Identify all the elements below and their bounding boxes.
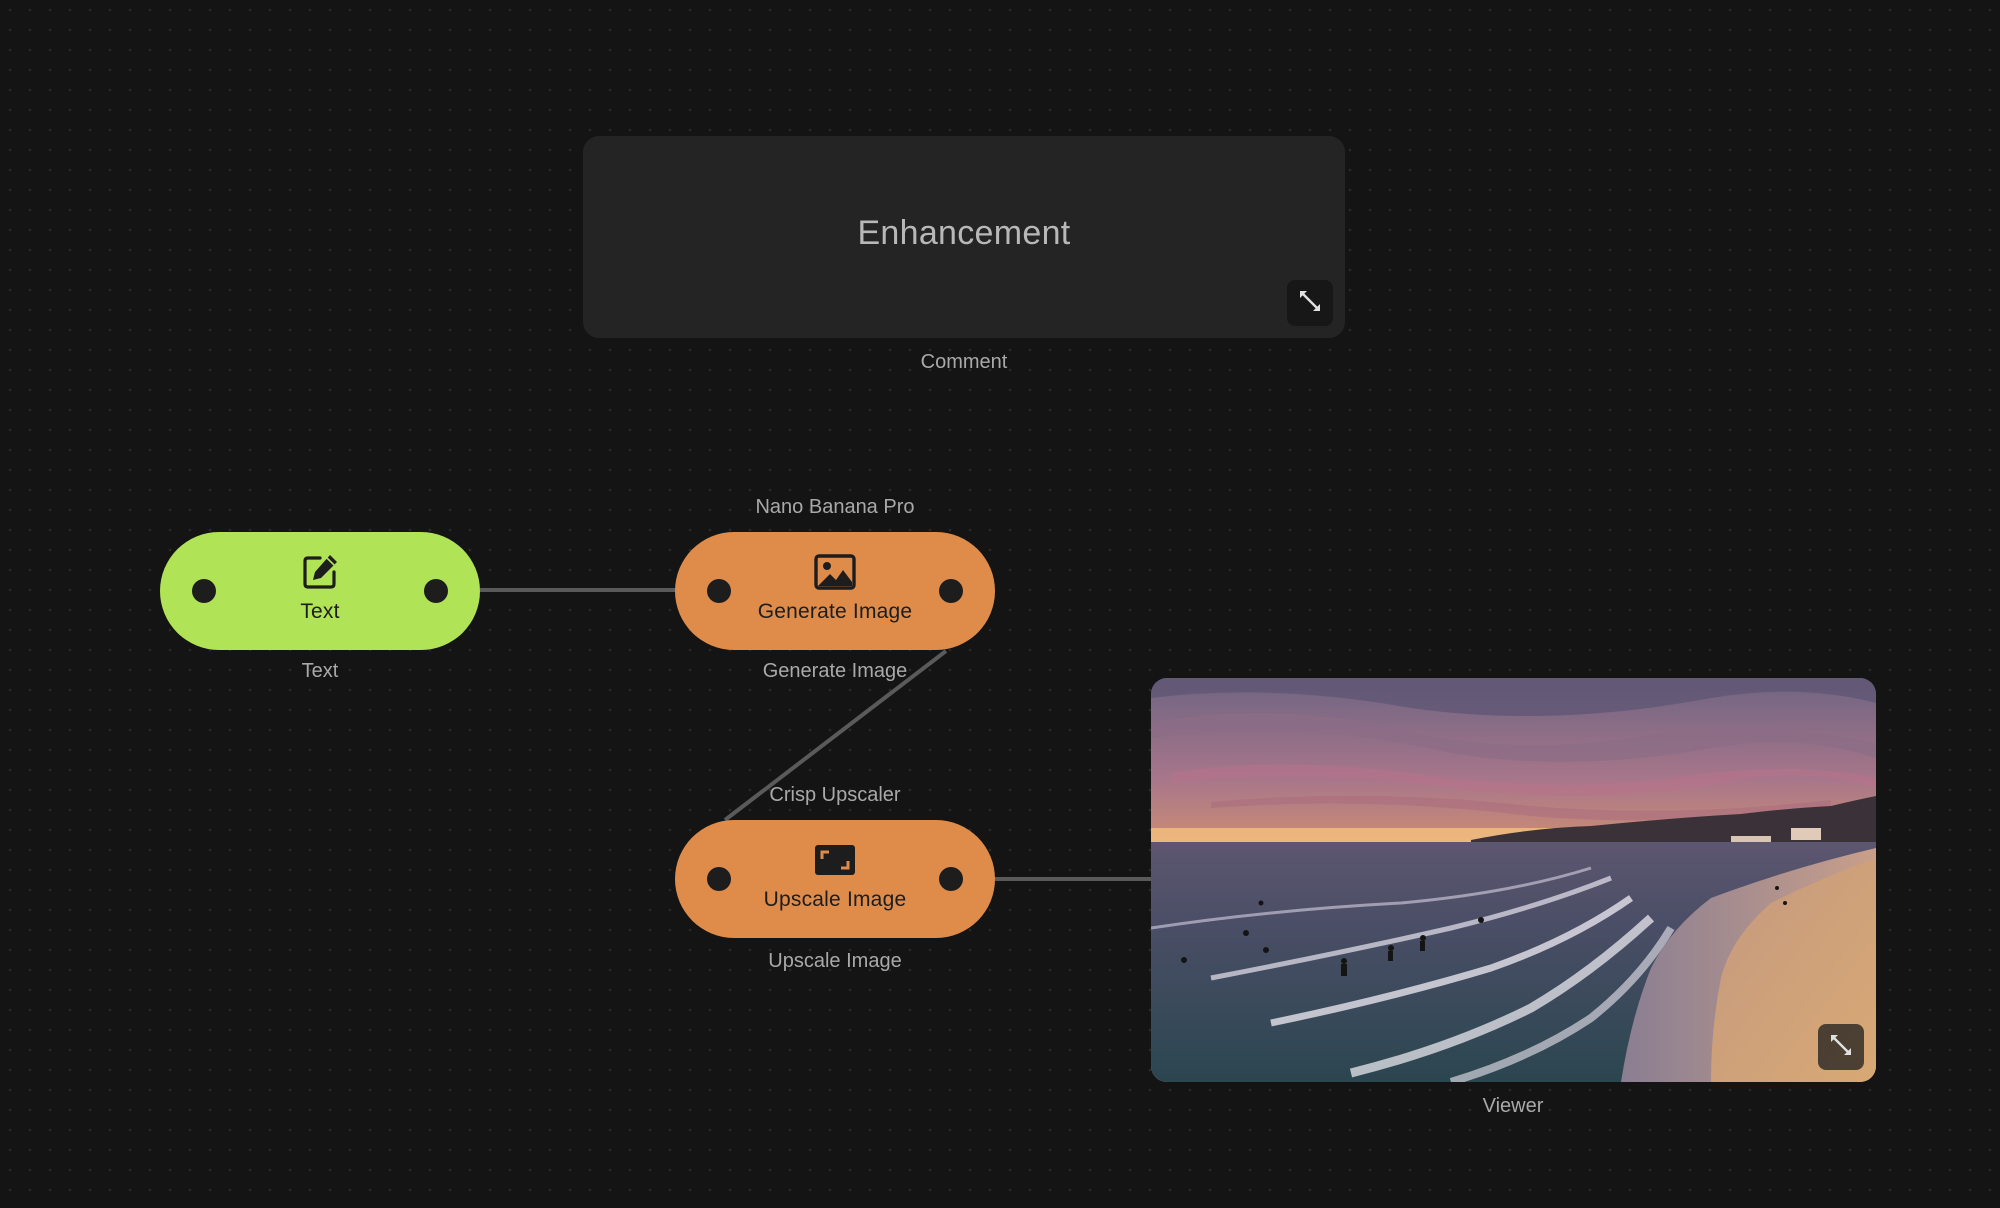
upscale-icon [813, 840, 857, 880]
comment-caption: Comment [920, 351, 1008, 373]
text-node-label: Text [300, 600, 340, 623]
generate-image-node[interactable]: Generate Image [675, 532, 995, 650]
text-node-caption: Text [301, 660, 339, 682]
upscale-node-caption: Upscale Image [768, 950, 902, 972]
text-node-output-port[interactable] [424, 579, 448, 603]
generate-node-caption: Generate Image [762, 660, 908, 682]
comment-expand-button[interactable] [1287, 280, 1333, 326]
upscale-node-model-caption: Crisp Upscaler [769, 784, 901, 806]
expand-icon [1297, 288, 1323, 319]
comment-node[interactable]: Enhancement [583, 136, 1345, 338]
viewer-expand-button[interactable] [1818, 1024, 1864, 1070]
beach-sunset-photo [1151, 678, 1876, 1082]
upscale-node-label: Upscale Image [763, 888, 907, 911]
generate-node-label: Generate Image [757, 600, 913, 623]
upscale-node-output-port[interactable] [939, 867, 963, 891]
generate-node-model-caption: Nano Banana Pro [755, 496, 915, 518]
viewer-node[interactable] [1151, 678, 1876, 1082]
generate-node-output-port[interactable] [939, 579, 963, 603]
image-icon [813, 552, 857, 592]
workflow-canvas[interactable]: Enhancement Comment Text Text Nano Banan… [0, 0, 2000, 1208]
viewer-caption: Viewer [1482, 1095, 1544, 1117]
text-node[interactable]: Text [160, 532, 480, 650]
comment-text[interactable]: Enhancement [583, 214, 1345, 253]
expand-icon [1828, 1032, 1854, 1063]
upscale-image-node[interactable]: Upscale Image [675, 820, 995, 938]
edit-icon [298, 552, 342, 592]
